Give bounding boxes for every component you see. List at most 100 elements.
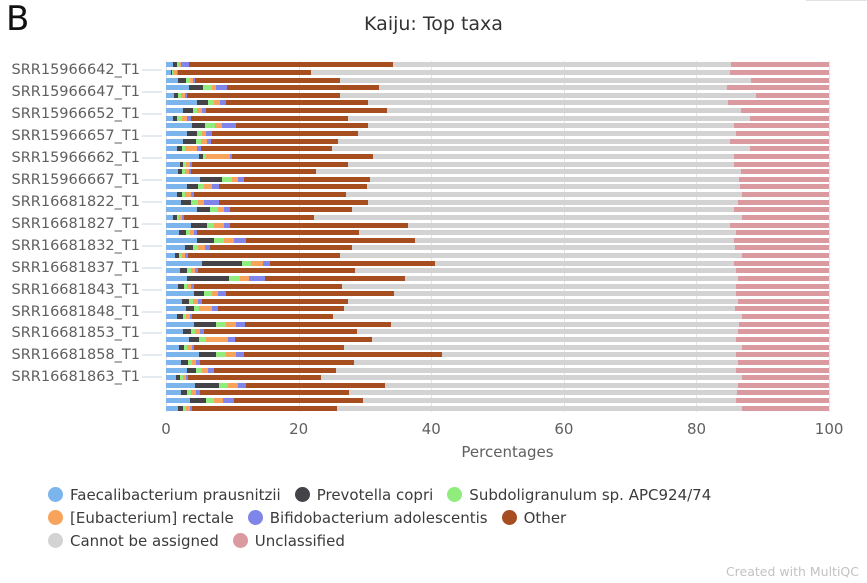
bar-segment <box>737 359 830 365</box>
legend-item-faecalibacterium[interactable]: Faecalibacterium prausnitzii <box>48 486 281 504</box>
bar-row[interactable] <box>166 329 849 335</box>
bar-row[interactable] <box>166 382 849 388</box>
legend-item-bifidobacterium[interactable]: Bifidobacterium adolescentis <box>247 508 488 527</box>
legend-label: Subdoligranulum sp. APC924/74 <box>469 485 712 504</box>
bar-row[interactable] <box>166 344 849 350</box>
bar-segment <box>185 146 198 152</box>
bar-segment <box>166 115 173 121</box>
bar-row[interactable] <box>166 367 849 373</box>
bar-segment <box>191 199 198 205</box>
bar-segment <box>737 275 830 281</box>
bar-segment <box>735 352 830 358</box>
legend-item-unclassified[interactable]: Unclassified <box>232 531 345 550</box>
bar-segment <box>366 184 741 190</box>
bar-segment <box>730 222 830 228</box>
bar-row[interactable] <box>166 100 849 106</box>
bar-segment <box>348 390 737 396</box>
bar-row[interactable] <box>166 268 849 274</box>
bar-row[interactable] <box>166 153 849 159</box>
bar-segment <box>729 69 830 75</box>
bar-row[interactable] <box>166 176 849 182</box>
bar-segment <box>736 283 830 289</box>
bar-row[interactable] <box>166 352 849 358</box>
bar-row[interactable] <box>166 108 849 114</box>
bar-segment <box>217 306 344 312</box>
bar-row[interactable] <box>166 222 849 228</box>
bar-segment <box>166 161 180 167</box>
bar-segment <box>313 214 743 220</box>
legend-item-other[interactable]: Other <box>501 509 566 527</box>
bar-row[interactable] <box>166 283 849 289</box>
bar-row[interactable] <box>166 306 849 312</box>
bar-row[interactable] <box>166 398 849 404</box>
bar-row[interactable] <box>166 184 849 190</box>
bar-row[interactable] <box>166 359 849 365</box>
bar-segment <box>198 268 355 274</box>
bar-segment <box>730 62 830 68</box>
bar-row[interactable] <box>166 214 849 220</box>
bar-row[interactable] <box>166 123 849 129</box>
bar-row[interactable] <box>166 115 849 121</box>
bar-row[interactable] <box>166 146 849 152</box>
legend-label: Unclassified <box>254 531 345 550</box>
bar-row[interactable] <box>166 69 849 75</box>
bar-row[interactable] <box>166 245 849 251</box>
bar-row[interactable] <box>166 207 849 213</box>
bar-row[interactable] <box>166 375 849 381</box>
bar-segment <box>339 253 742 259</box>
y-axis-label: SRR15966662_T1 <box>11 149 141 166</box>
bar-row[interactable] <box>166 337 849 342</box>
bar-row[interactable] <box>166 77 849 83</box>
bar-row[interactable] <box>166 321 849 327</box>
bar-segment <box>166 138 184 144</box>
bar-segment <box>738 176 830 182</box>
legend-item-cannot_assigned[interactable]: Cannot be assigned <box>48 532 219 550</box>
bar-segment <box>245 382 385 388</box>
bar-row[interactable] <box>166 275 849 281</box>
bar-row[interactable] <box>166 199 849 205</box>
legend-item-prevotella[interactable]: Prevotella copri <box>294 485 434 504</box>
bar-row[interactable] <box>166 390 849 396</box>
bar-row[interactable] <box>166 230 849 236</box>
bar-row[interactable] <box>166 314 849 320</box>
bar-row[interactable] <box>166 130 849 136</box>
legend-item-eubacterium[interactable]: [Eubacterium] rectale <box>48 509 234 527</box>
bar-segment <box>166 77 178 83</box>
bar-segment <box>211 138 339 144</box>
bar-segment <box>226 352 236 358</box>
y-axis-tick <box>142 69 162 71</box>
bar-segment <box>270 260 436 266</box>
bar-segment <box>204 199 220 205</box>
y-axis-tick <box>142 311 162 313</box>
legend-label: Prevotella copri <box>316 485 434 504</box>
bar-segment <box>222 398 234 404</box>
bar-segment <box>166 123 192 129</box>
bar-row[interactable] <box>166 62 849 68</box>
bar-row[interactable] <box>166 169 849 175</box>
chart-title: Kaiju: Top taxa <box>364 13 503 35</box>
legend-item-subdoligranulum[interactable]: Subdoligranulum sp. APC924/74 <box>447 486 711 504</box>
bar-row[interactable] <box>166 291 849 297</box>
bar-row[interactable] <box>166 92 849 98</box>
bar-segment <box>196 207 211 213</box>
bar-segment <box>186 92 341 98</box>
bar-row[interactable] <box>166 260 849 266</box>
bar-segment <box>740 184 830 190</box>
legend-label: Bifidobacterium adolescentis <box>269 508 488 527</box>
bar-row[interactable] <box>166 405 849 411</box>
y-axis-label: SRR15966667_T1 <box>11 171 141 188</box>
bar-segment <box>226 291 395 297</box>
bar-row[interactable] <box>166 253 849 259</box>
bar-row[interactable] <box>166 138 849 144</box>
y-axis-tick <box>142 245 162 247</box>
bar-segment <box>214 222 224 228</box>
bar-row[interactable] <box>166 298 849 304</box>
bar-segment <box>166 169 178 175</box>
bar-segment <box>166 230 180 236</box>
bar-row[interactable] <box>166 161 849 167</box>
bar-row[interactable] <box>166 237 849 243</box>
bar-row[interactable] <box>166 85 849 91</box>
bar-segment <box>216 352 227 358</box>
bar-row[interactable] <box>166 192 849 198</box>
bar-segment <box>202 298 349 304</box>
